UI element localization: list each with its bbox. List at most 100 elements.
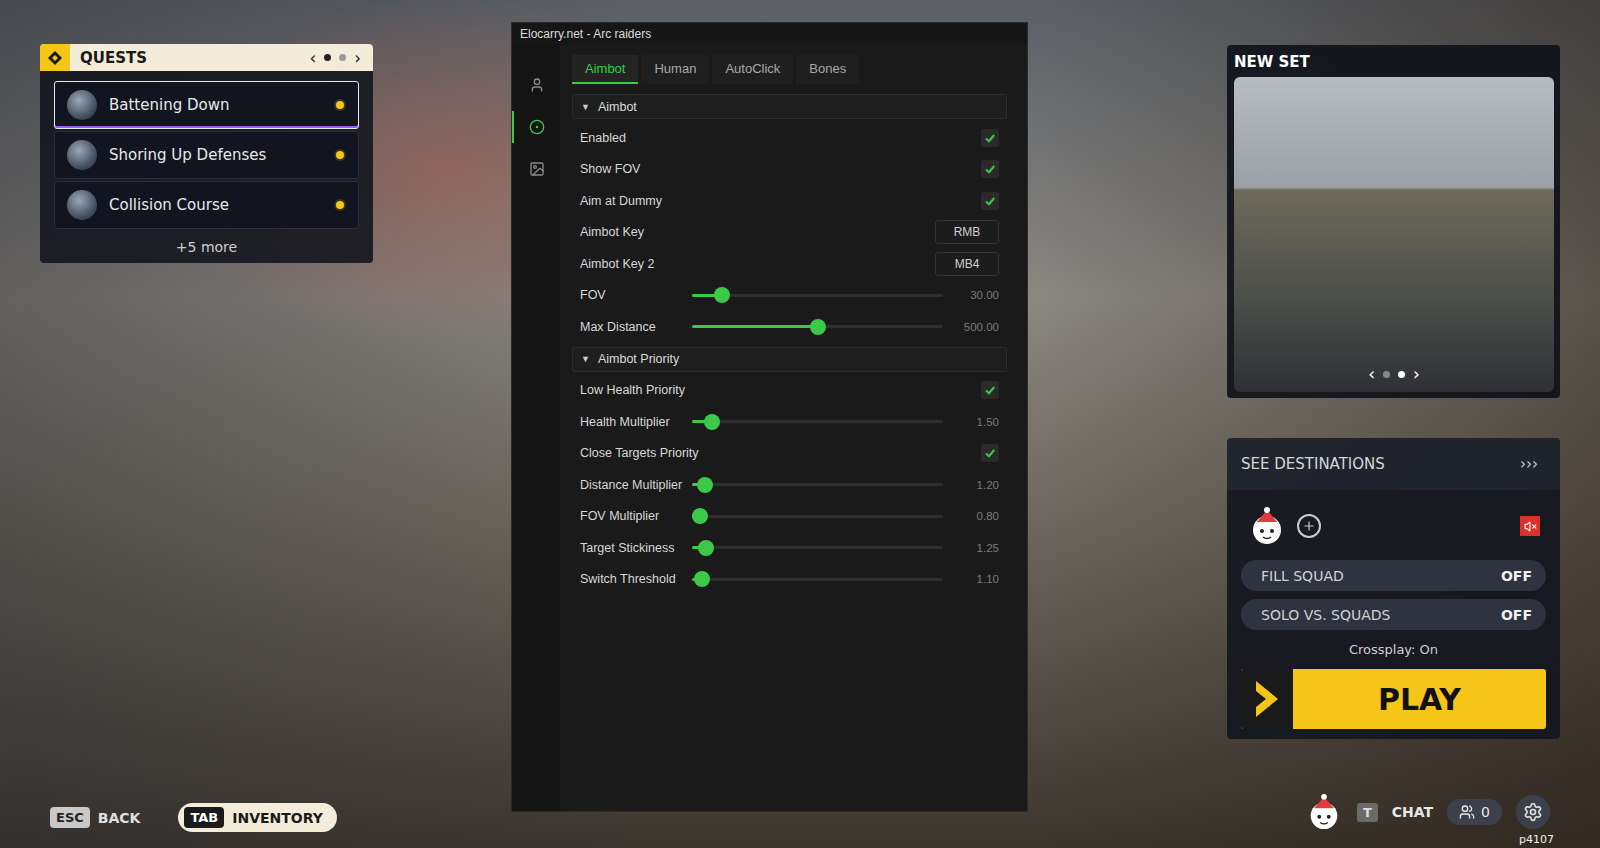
toggle-label: FILL SQUAD [1261,568,1344,584]
pager-dot[interactable] [1398,371,1405,378]
sidebar-item[interactable] [512,111,560,143]
slider-thumb[interactable] [694,571,710,587]
pager-next[interactable]: › [1413,364,1420,384]
new-set-image: ‹› [1234,77,1554,392]
toggle-value: OFF [1501,607,1532,623]
quest-item[interactable]: Battening Down [54,81,359,129]
toggle-pill[interactable]: SOLO VS. SQUADS OFF [1241,599,1546,630]
section-header[interactable]: ▼Aimbot [572,94,1007,119]
hint-button[interactable]: TABINVENTORY [178,803,336,832]
new-set-card[interactable]: NEW SET‹› [1227,45,1560,398]
checkbox[interactable] [981,444,999,462]
plus-icon [1302,519,1316,533]
user-icon [529,77,545,93]
avatar-icon [1247,506,1287,546]
slider-reading: 1.20 [943,479,999,491]
slider-thumb[interactable] [714,287,730,303]
row-label: Max Distance [580,320,692,334]
key-button[interactable]: RMB [935,220,999,244]
checkbox[interactable] [981,381,999,399]
toggle-label: SOLO VS. SQUADS [1261,607,1390,623]
muted-speaker-icon [1524,520,1537,533]
slider-thumb[interactable] [697,477,713,493]
pager-next[interactable]: › [354,48,361,68]
slider-track[interactable] [692,325,943,328]
hint-label: INVENTORY [232,810,323,826]
quest-giver-icon [67,90,97,120]
slider-track[interactable] [692,578,943,581]
slider-reading: 1.50 [943,416,999,428]
slider-track[interactable] [692,483,943,486]
quest-item[interactable]: Shoring Up Defenses [54,131,359,179]
destinations-button[interactable]: SEE DESTINATIONS››› [1227,438,1560,490]
menu-body: AimbotHumanAutoClickBones▼AimbotEnabledS… [512,45,1027,811]
sidebar-item[interactable] [512,69,560,101]
slider-track[interactable] [692,546,943,549]
checkbox[interactable] [981,129,999,147]
tab[interactable]: Bones [796,55,859,84]
slider-fill [692,325,818,328]
checkbox[interactable] [981,160,999,178]
quest-more[interactable]: +5 more [40,229,373,255]
tab[interactable]: Human [641,55,709,84]
tab[interactable]: AutoClick [712,55,793,84]
row-label: FOV Multiplier [580,509,692,523]
row-label: Switch Threshold [580,572,692,586]
pager-dot[interactable] [339,54,346,61]
slider-thumb[interactable] [704,414,720,430]
quest-marker-icon [334,199,346,211]
bottom-bar: TCHAT0 [1227,793,1560,831]
tab-row: AimbotHumanAutoClickBones [572,55,1007,84]
checkbox-row: Aim at Dummy [572,185,1007,217]
pager-dot[interactable] [324,54,331,61]
slider-row: FOV Multiplier 0.80 [572,501,1007,533]
key-button[interactable]: MB4 [935,252,999,276]
pager-prev[interactable]: ‹ [1368,364,1375,384]
slider-thumb[interactable] [692,508,708,524]
pager-dot[interactable] [1383,371,1390,378]
sidebar-item[interactable] [512,153,560,185]
friends-button[interactable]: 0 [1447,799,1502,825]
toggle-pill[interactable]: FILL SQUADOFF [1241,560,1546,591]
quest-giver-icon [67,190,97,220]
checkbox[interactable] [981,192,999,210]
invite-button[interactable] [1297,514,1321,538]
pager-prev[interactable]: ‹ [309,48,316,68]
play-button[interactable]: PLAY [1241,669,1546,729]
friends-icon [1459,804,1475,820]
slider-thumb[interactable] [698,540,714,556]
check-icon [984,132,996,144]
menu-content: AimbotHumanAutoClickBones▼AimbotEnabledS… [560,45,1027,811]
row-label: Aimbot Key [580,225,644,239]
slider-track[interactable] [692,420,943,423]
target-icon [529,119,545,135]
destinations-label: SEE DESTINATIONS [1241,455,1385,473]
tab[interactable]: Aimbot [572,55,638,84]
hint-button[interactable]: ESCBACK [44,803,154,832]
slider-reading: 0.80 [943,510,999,522]
slider-track[interactable] [692,515,943,518]
check-icon [984,447,996,459]
mute-button[interactable] [1520,516,1540,536]
slider-row: Max Distance500.00 [572,311,1007,343]
section-header[interactable]: ▼Aimbot Priority [572,347,1007,372]
quest-marker-icon [334,149,346,161]
slider-track[interactable] [692,294,943,297]
settings-button[interactable] [1516,795,1550,829]
image-icon [529,161,545,177]
slider-thumb[interactable] [810,319,826,335]
center-column: Elocarry.net - Arc raidersAimbotHumanAut… [511,0,1028,848]
row-label: Health Multiplier [580,415,692,429]
friends-count: 0 [1481,804,1490,820]
hint-bar: ESCBACK TABINVENTORY [40,803,373,832]
row-label: Distance Multiplier [580,478,692,492]
menu-sidebar [512,45,560,811]
crossplay-status: Crossplay: On [1241,638,1546,661]
quest-item[interactable]: Collision Course [54,181,359,229]
key-row: Aimbot Key RMB [572,217,1007,249]
section-rows: Low Health PriorityHealth Multiplier1.50… [572,372,1007,596]
chat-button[interactable]: CHAT [1392,804,1433,820]
chevron-icon [1252,679,1282,719]
build-version: p4107 [1519,831,1560,846]
avatar-icon [1305,793,1343,831]
